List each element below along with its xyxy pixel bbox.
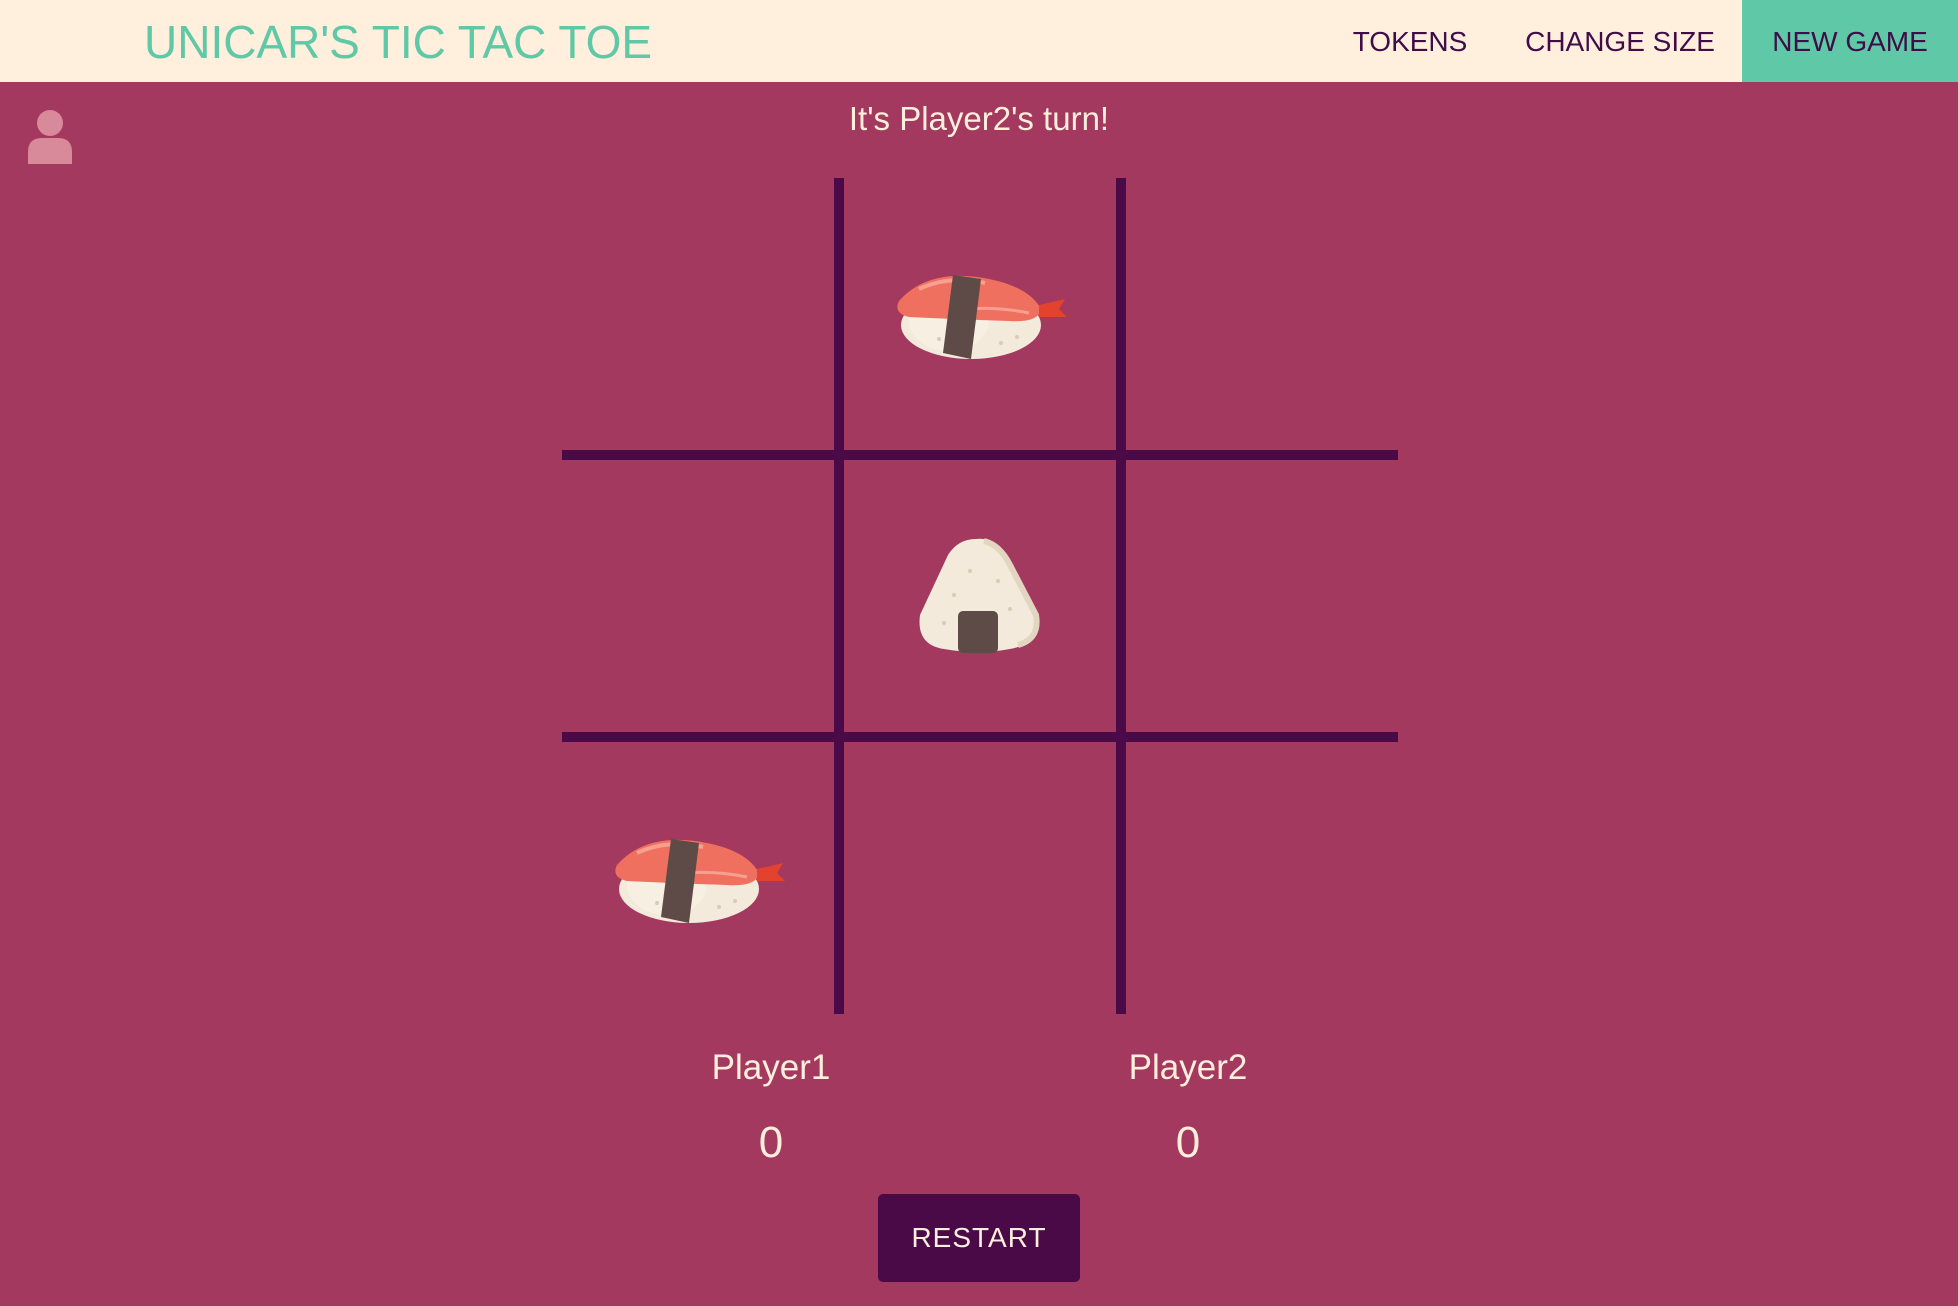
grid-line	[1116, 178, 1126, 1014]
game-board	[562, 178, 1398, 1014]
board-cell-1[interactable]	[562, 178, 832, 448]
nigiri-sushi-icon	[607, 825, 787, 929]
board-cell-7[interactable]	[562, 742, 832, 1012]
player1-name: Player1	[711, 1048, 831, 1087]
player2-score: 0	[1175, 1118, 1201, 1167]
board-cell-6[interactable]	[1126, 460, 1396, 730]
board-cell-3[interactable]	[1126, 178, 1396, 448]
board-cell-9[interactable]	[1126, 742, 1396, 1012]
restart-button[interactable]: RESTART	[878, 1194, 1080, 1282]
player2-name: Player2	[1128, 1048, 1248, 1087]
navbar: UNICAR'S TIC TAC TOE TOKENS CHANGE SIZE …	[0, 0, 1958, 82]
board-cell-8[interactable]	[844, 742, 1114, 1012]
onigiri-icon	[914, 535, 1044, 655]
board-cell-2[interactable]	[844, 178, 1114, 448]
board-cell-4[interactable]	[562, 460, 832, 730]
board-cell-5[interactable]	[844, 460, 1114, 730]
brand-title[interactable]: UNICAR'S TIC TAC TOE	[144, 0, 652, 82]
nav-tokens[interactable]: TOKENS	[1330, 0, 1490, 82]
grid-line	[562, 450, 1398, 460]
grid-line	[562, 732, 1398, 742]
turn-status: It's Player2's turn!	[848, 100, 1110, 137]
nav-change-size[interactable]: CHANGE SIZE	[1510, 0, 1730, 82]
nigiri-sushi-icon	[889, 261, 1069, 365]
player1-score: 0	[758, 1118, 784, 1167]
grid-line	[834, 178, 844, 1014]
nav-new-game[interactable]: NEW GAME	[1742, 0, 1958, 82]
